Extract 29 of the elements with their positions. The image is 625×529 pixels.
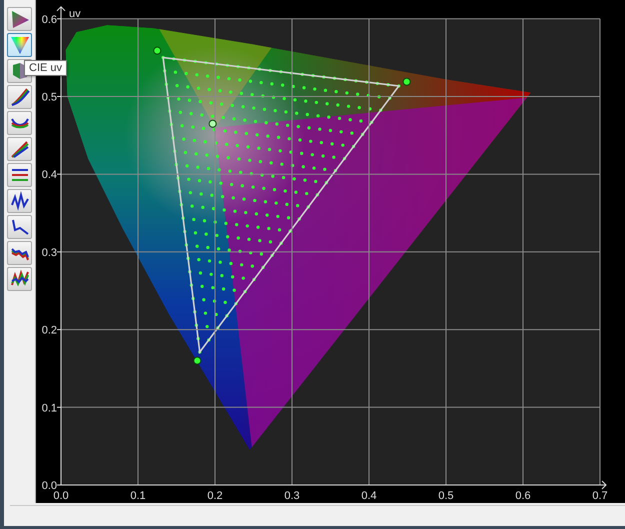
- axis-label: uv: [69, 8, 81, 20]
- tick-label: 0.4: [361, 490, 377, 502]
- tool-button[interactable]: [7, 215, 32, 239]
- tick-label: 0.3: [284, 490, 300, 502]
- tool-button[interactable]: [7, 7, 32, 31]
- tool-button[interactable]: [7, 189, 32, 213]
- tool-button[interactable]: [7, 85, 32, 109]
- tool-button[interactable]: [7, 241, 32, 265]
- tick-label: 0.4: [42, 169, 57, 182]
- tick-label: 0.0: [53, 490, 69, 502]
- tool-button[interactable]: [7, 111, 32, 135]
- tick-label: 0.0: [42, 480, 57, 492]
- tool-button[interactable]: [7, 33, 32, 57]
- tick-label: 0.3: [42, 246, 57, 259]
- tooltip: CIE uv: [24, 60, 68, 76]
- triangle-icon: [10, 9, 30, 29]
- tick-label: 0.2: [207, 490, 223, 502]
- tick-label: 0.6: [515, 490, 531, 502]
- tool-button[interactable]: [7, 163, 32, 187]
- color-triangle-icon: [10, 35, 30, 55]
- tick-label: 0.5: [42, 92, 57, 104]
- tick-label: 0.2: [42, 324, 57, 337]
- tool-button[interactable]: [7, 267, 32, 291]
- tick-label: 0.6: [42, 14, 57, 26]
- tick-label: 0.1: [42, 402, 57, 414]
- tick-label: 0.1: [130, 490, 146, 502]
- tick-label: 0.7: [592, 490, 608, 502]
- tool-button[interactable]: [7, 137, 32, 161]
- tick-label: 0.5: [438, 490, 454, 502]
